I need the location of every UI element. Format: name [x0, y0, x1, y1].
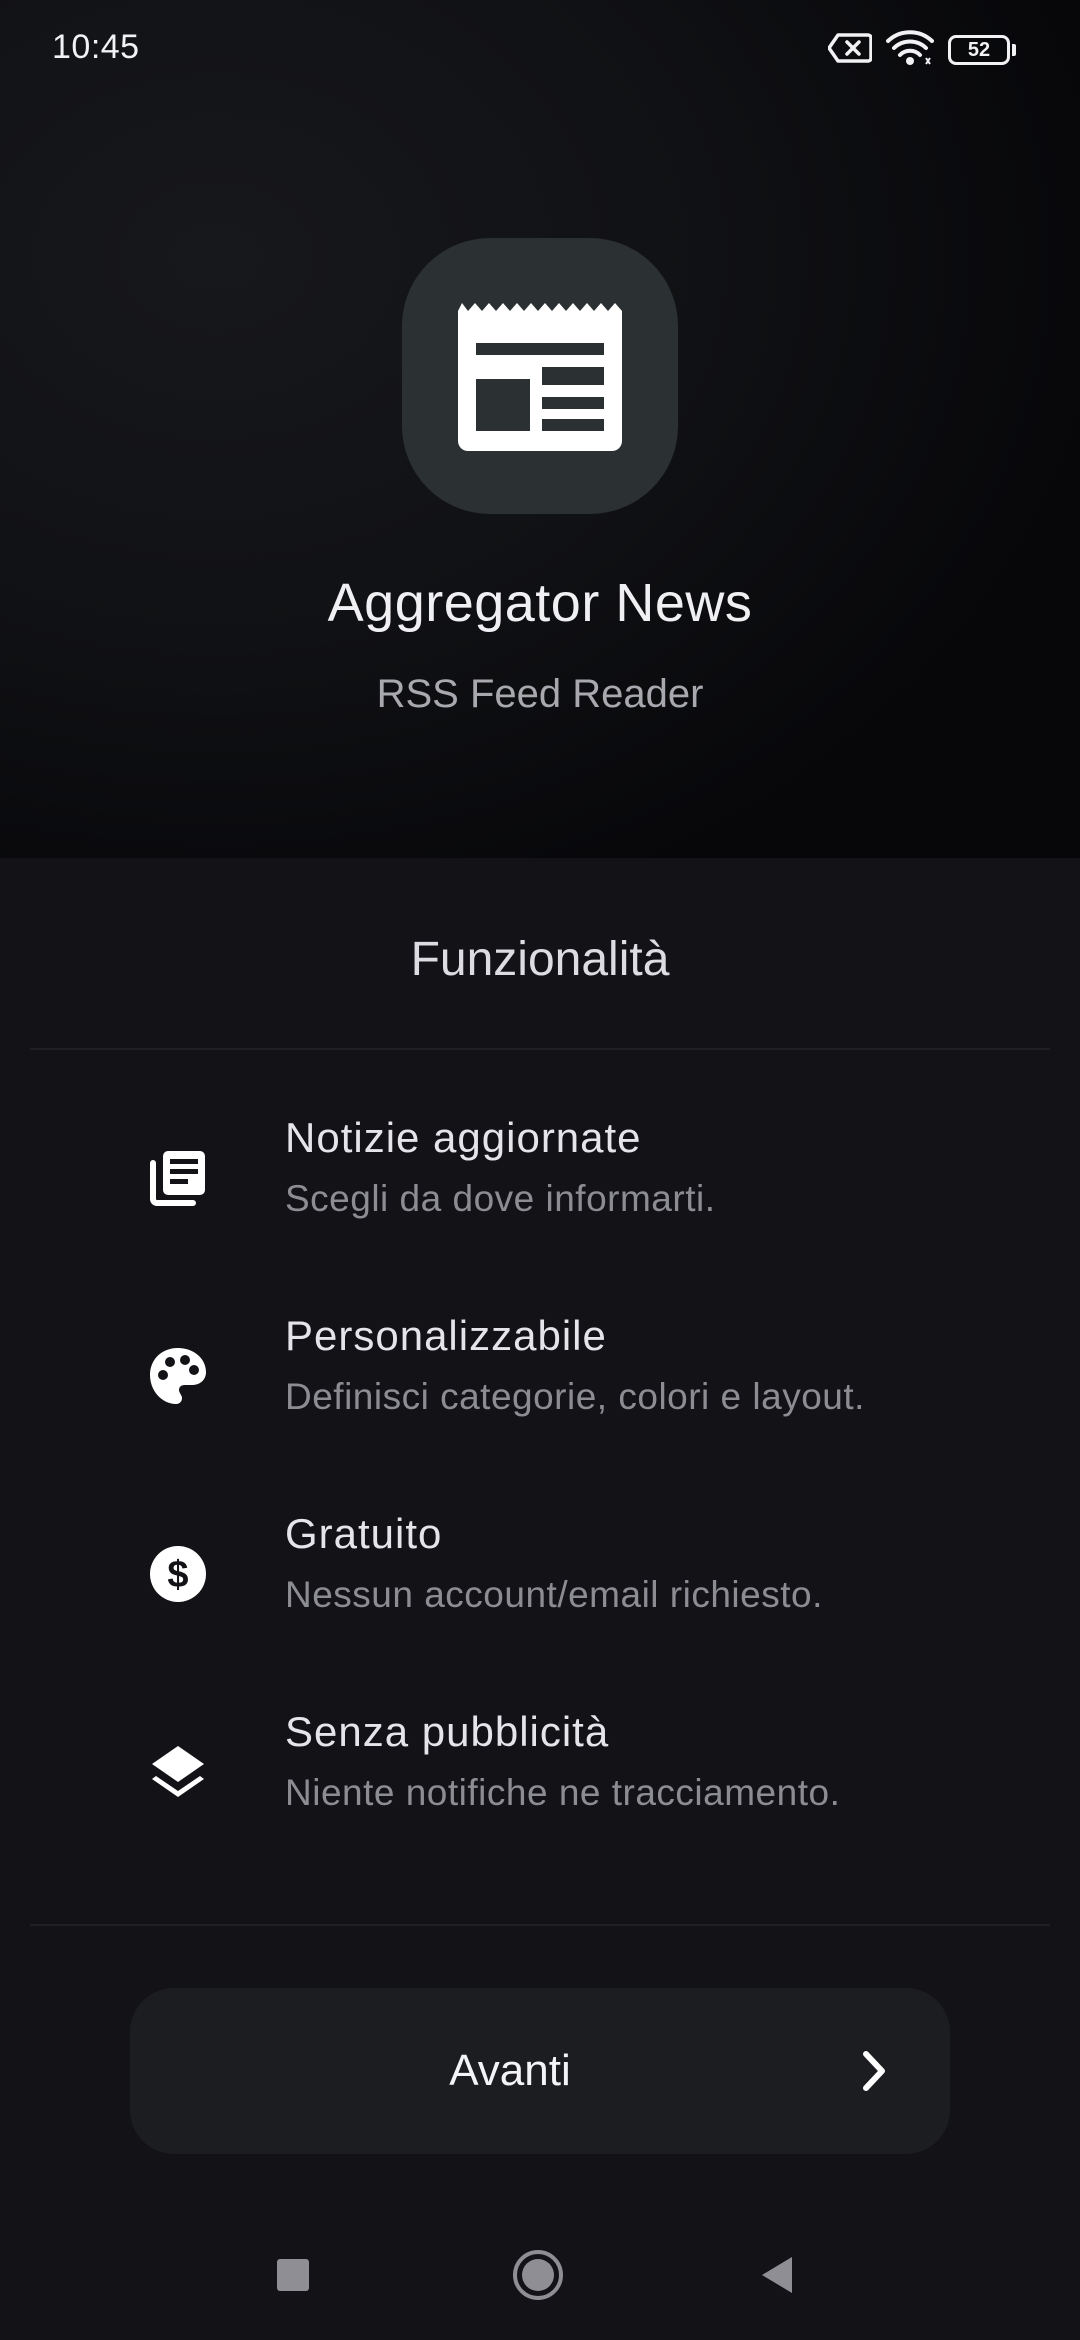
features-heading: Funzionalità: [410, 933, 670, 986]
onboarding-screen: 10:45 52 Aggregator News RSS Feed Reader…: [0, 0, 1080, 2340]
divider-bottom: [30, 1924, 1050, 1926]
news-list-icon: [144, 1144, 212, 1212]
app-title: Aggregator News: [327, 573, 753, 633]
home-button[interactable]: [503, 2240, 573, 2310]
system-nav-bar: [0, 2220, 1080, 2330]
feature-description: Niente notifiche ne tracciamento.: [285, 1772, 841, 1813]
status-time: 10:45: [52, 28, 140, 66]
feature-item: Notizie aggiornate Scegli da dove inform…: [0, 1104, 1080, 1264]
status-icons: 52: [827, 29, 1016, 71]
feature-item: $ Gratuito Nessun account/email richiest…: [0, 1500, 1080, 1660]
battery-level: 52: [967, 38, 991, 61]
back-triangle-icon: [762, 2257, 792, 2293]
app-subtitle: RSS Feed Reader: [376, 672, 704, 716]
recents-button[interactable]: [258, 2240, 328, 2310]
battery-tip: [1012, 44, 1016, 56]
feature-item: Personalizzabile Definisci categorie, co…: [0, 1302, 1080, 1462]
svg-text:$: $: [167, 1554, 188, 1596]
feature-description: Nessun account/email richiesto.: [285, 1574, 823, 1615]
wifi-icon: [886, 29, 934, 71]
feature-title: Notizie aggiornate: [285, 1114, 642, 1161]
feature-title: Senza pubblicità: [285, 1708, 610, 1755]
feature-item: Senza pubblicità Niente notifiche ne tra…: [0, 1698, 1080, 1858]
battery-icon: 52: [948, 35, 1016, 65]
chevron-right-icon: [863, 2051, 885, 2091]
layers-icon: [144, 1738, 212, 1806]
divider-top: [30, 1048, 1050, 1050]
feature-description: Definisci categorie, colori e layout.: [285, 1376, 865, 1417]
next-button-label: Avanti: [449, 2046, 571, 2095]
newspaper-icon: [458, 303, 622, 451]
back-button[interactable]: [743, 2240, 813, 2310]
recents-square-icon: [277, 2259, 309, 2291]
app-logo: [402, 238, 678, 514]
feature-description: Scegli da dove informarti.: [285, 1178, 716, 1219]
feature-title: Personalizzabile: [285, 1312, 607, 1359]
battery-body: 52: [948, 35, 1010, 65]
palette-icon: [144, 1342, 212, 1410]
feature-title: Gratuito: [285, 1510, 443, 1557]
dollar-icon: $: [144, 1540, 212, 1608]
next-button[interactable]: Avanti: [130, 1988, 950, 2154]
status-bar: 10:45 52: [0, 0, 1080, 96]
no-sim-icon: [827, 32, 873, 69]
home-circle-icon: [513, 2250, 563, 2300]
